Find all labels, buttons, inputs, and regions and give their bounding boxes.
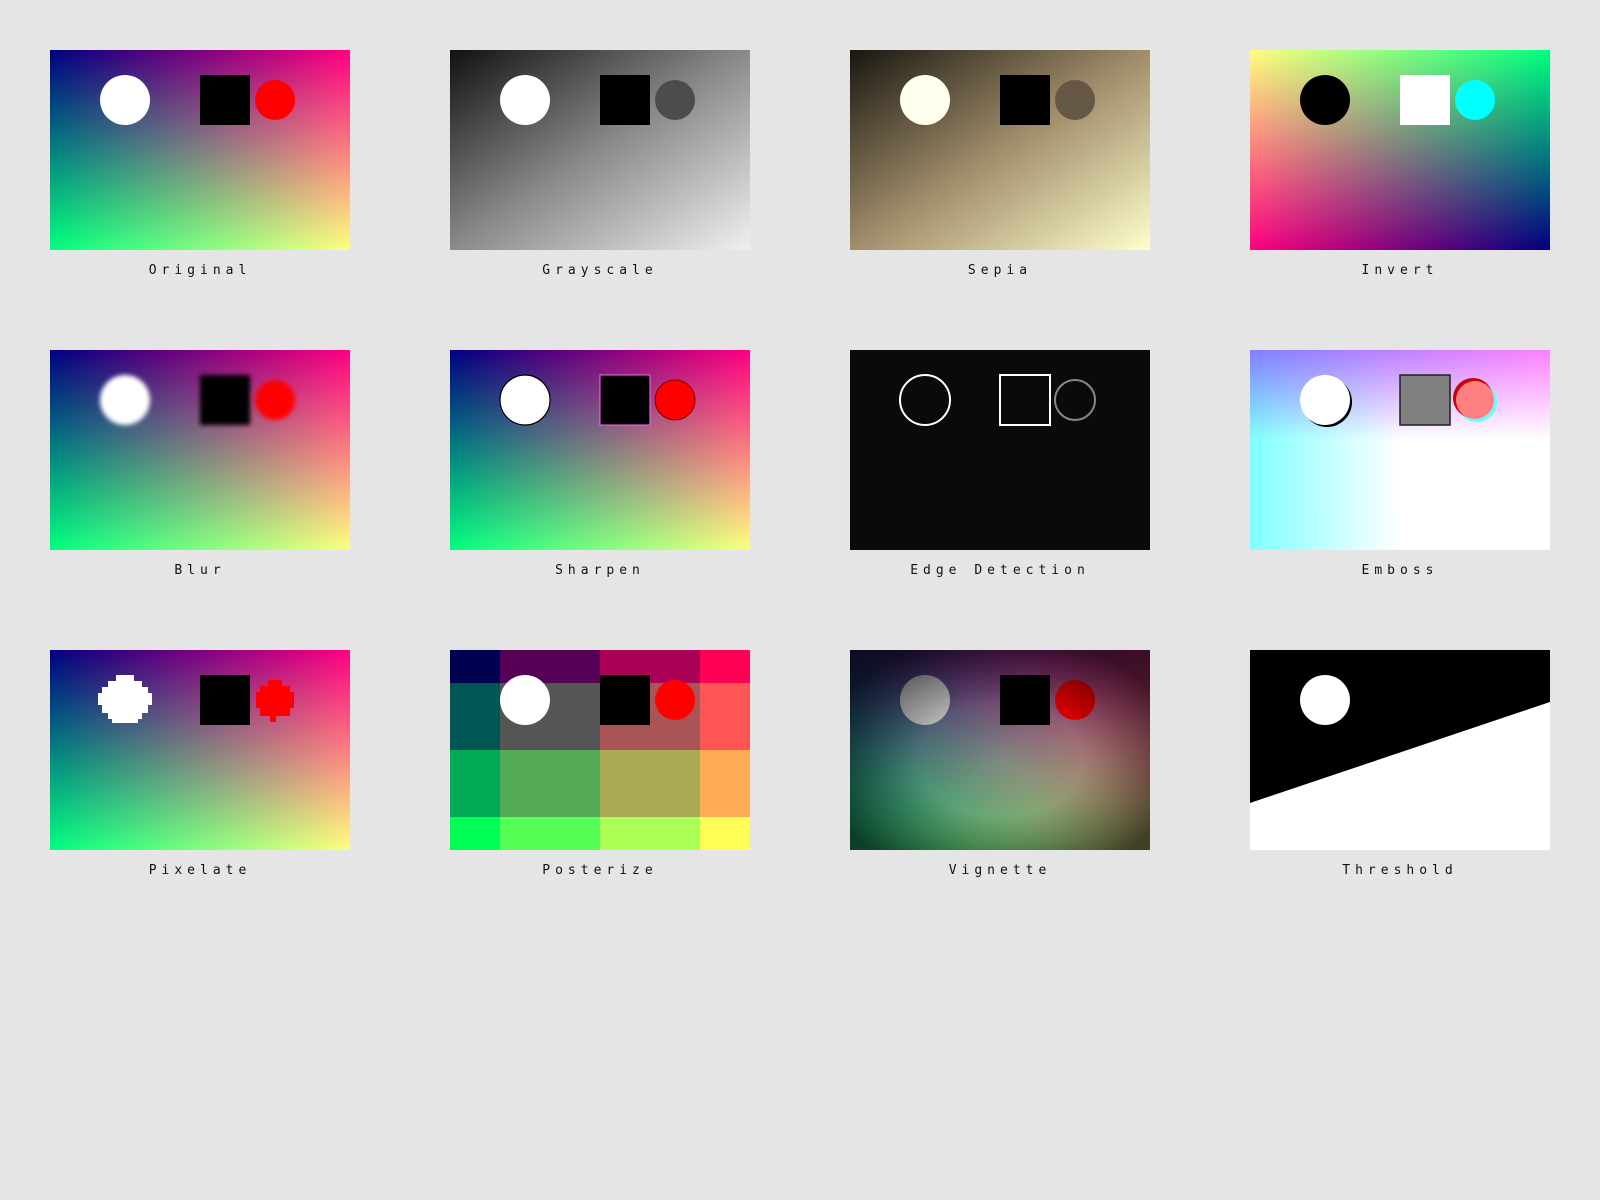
thumbnail-pixelate[interactable] bbox=[50, 650, 350, 850]
filter-cell-sharpen: Sharpen bbox=[450, 350, 750, 600]
filter-gallery: Original Grayscale Sepia Invert Blur Sha… bbox=[0, 0, 1600, 1200]
thumbnail-blur[interactable] bbox=[50, 350, 350, 550]
filter-cell-vignette: Vignette bbox=[850, 650, 1150, 900]
filter-label: Pixelate bbox=[148, 863, 252, 878]
filter-cell-original: Original bbox=[50, 50, 350, 300]
thumbnail-sharpen[interactable] bbox=[450, 350, 750, 550]
thumbnail-vignette[interactable] bbox=[850, 650, 1150, 850]
filter-label: Threshold bbox=[1342, 863, 1458, 878]
thumbnail-invert[interactable] bbox=[1250, 50, 1550, 250]
filter-label: Sepia bbox=[967, 263, 1033, 278]
thumbnail-edge-detection[interactable] bbox=[850, 350, 1150, 550]
filter-label: Invert bbox=[1361, 263, 1439, 278]
thumbnail-threshold[interactable] bbox=[1250, 650, 1550, 850]
thumbnail-sepia[interactable] bbox=[850, 50, 1150, 250]
filter-cell-posterize: Posterize bbox=[450, 650, 750, 900]
filter-label: Sharpen bbox=[555, 563, 645, 578]
thumbnail-posterize[interactable] bbox=[450, 650, 750, 850]
filter-label: Grayscale bbox=[542, 263, 658, 278]
filter-cell-emboss: Emboss bbox=[1250, 350, 1550, 600]
thumbnail-emboss[interactable] bbox=[1250, 350, 1550, 550]
filter-label: Vignette bbox=[948, 863, 1052, 878]
filter-label: Posterize bbox=[542, 863, 658, 878]
filter-label: Edge Detection bbox=[910, 563, 1090, 578]
filter-label: Emboss bbox=[1361, 563, 1439, 578]
filter-cell-sepia: Sepia bbox=[850, 50, 1150, 300]
filter-cell-edge: Edge Detection bbox=[850, 350, 1150, 600]
filter-cell-pixelate: Pixelate bbox=[50, 650, 350, 900]
filter-cell-invert: Invert bbox=[1250, 50, 1550, 300]
thumbnail-original[interactable] bbox=[50, 50, 350, 250]
filter-cell-threshold: Threshold bbox=[1250, 650, 1550, 900]
filter-label: Original bbox=[148, 263, 252, 278]
filter-label: Blur bbox=[174, 563, 226, 578]
thumbnail-grayscale[interactable] bbox=[450, 50, 750, 250]
filter-cell-blur: Blur bbox=[50, 350, 350, 600]
filter-cell-grayscale: Grayscale bbox=[450, 50, 750, 300]
